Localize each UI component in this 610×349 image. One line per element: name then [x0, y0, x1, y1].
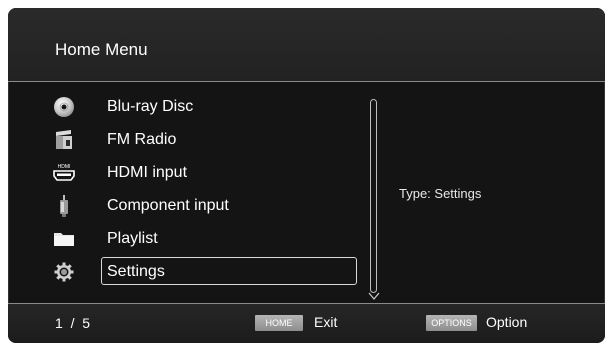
home-key-badge[interactable]: HOME [255, 315, 303, 331]
menu-item-component-input[interactable]: Component input [8, 191, 368, 223]
menu-item-playlist[interactable]: Playlist [8, 224, 368, 256]
radio-icon [52, 129, 76, 151]
option-action-label: Option [486, 314, 528, 330]
footer-bar: 1 / 5 HOME Exit OPTIONS Option [8, 304, 605, 343]
header-bar: Home Menu [8, 8, 605, 82]
component-plug-icon [52, 195, 76, 217]
menu-item-label: Blu-ray Disc [107, 98, 194, 115]
menu-item-blu-ray-disc[interactable]: Blu-ray Disc [8, 92, 368, 124]
svg-text:HDMI: HDMI [58, 164, 71, 170]
menu-item-settings[interactable]: Settings [8, 257, 368, 289]
gear-icon [52, 261, 76, 283]
folder-icon [52, 228, 76, 250]
page-indicator: 1 / 5 [55, 315, 91, 331]
page-title: Home Menu [55, 40, 148, 59]
scrollbar[interactable] [370, 99, 377, 293]
menu-item-fm-radio[interactable]: FM Radio [8, 125, 368, 157]
menu-item-label: FM Radio [107, 131, 177, 148]
item-type-info: Type: Settings [399, 186, 482, 201]
exit-action-label: Exit [314, 314, 338, 330]
menu-item-hdmi-input[interactable]: HDMI HDMI input [8, 158, 368, 190]
menu-item-label: Component input [107, 197, 229, 214]
menu-item-label: HDMI input [107, 164, 188, 181]
hdmi-icon: HDMI [52, 162, 76, 184]
disc-icon [52, 96, 76, 118]
scroll-down-arrow-icon[interactable] [368, 288, 380, 300]
menu-item-label: Settings [107, 263, 165, 280]
menu-item-label: Playlist [107, 230, 158, 247]
options-key-badge[interactable]: OPTIONS [426, 315, 477, 331]
home-menu-screen: Home Menu Blu-ray Disc FM Radio HDMI HDM… [8, 8, 605, 343]
